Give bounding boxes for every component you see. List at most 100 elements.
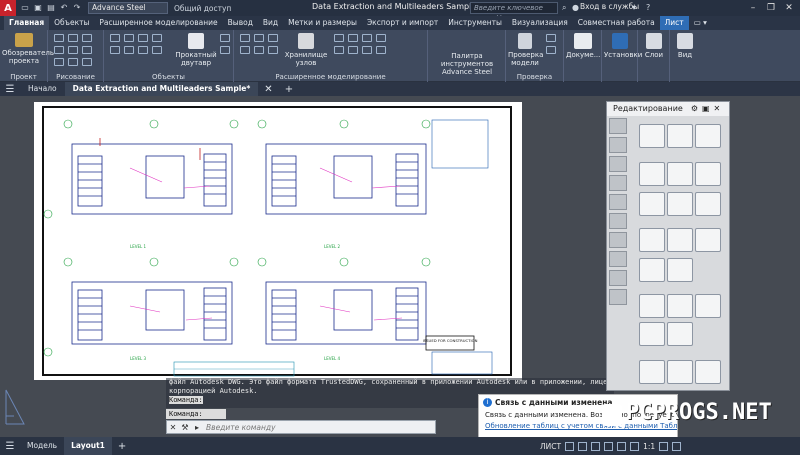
mirror-tool-icon[interactable] xyxy=(667,162,693,186)
customize-status-icon[interactable] xyxy=(672,441,682,451)
workspace-selector[interactable]: Advance Steel xyxy=(88,2,168,14)
command-line[interactable]: ✕ ⚒ ▸ Введите команду xyxy=(166,420,436,434)
grid-toggle-icon[interactable] xyxy=(565,441,575,451)
help-icon[interactable]: ? xyxy=(646,3,650,12)
layout-menu-icon[interactable]: ☰ xyxy=(0,441,20,452)
arc-icon[interactable] xyxy=(54,46,64,54)
settings-button[interactable]: Установки xyxy=(604,33,642,59)
cart-icon[interactable]: ▾ xyxy=(632,3,636,12)
array-tool-icon[interactable] xyxy=(695,162,721,186)
osnap-toggle-icon[interactable] xyxy=(617,441,627,451)
spline-icon[interactable] xyxy=(82,46,92,54)
workspace-icon[interactable] xyxy=(659,441,669,451)
stretch-tool-icon[interactable] xyxy=(667,192,693,216)
polyline-icon[interactable] xyxy=(68,34,78,42)
new-tab-icon[interactable]: + xyxy=(279,84,299,95)
copy-tool-icon[interactable] xyxy=(667,124,693,148)
edit-tool-icon[interactable] xyxy=(667,360,693,384)
circle-icon[interactable] xyxy=(82,34,92,42)
undo-icon[interactable]: ↶ xyxy=(59,3,69,13)
tab-model[interactable]: Модель xyxy=(20,437,64,455)
join-tool-icon[interactable] xyxy=(695,228,721,252)
stair-icon[interactable] xyxy=(240,34,250,42)
tab-objects[interactable]: Объекты xyxy=(49,16,94,30)
ribbon-toggle-icon[interactable]: ▭ ▾ xyxy=(689,16,712,30)
save-as-icon[interactable]: ▤ xyxy=(46,3,56,13)
palette-tab[interactable] xyxy=(609,213,627,229)
open-icon[interactable]: ▭ xyxy=(20,3,30,13)
connection-8-icon[interactable] xyxy=(376,46,386,54)
curved-beam-icon[interactable] xyxy=(220,34,230,42)
palette-props-icon[interactable]: ▣ xyxy=(702,102,710,116)
search-icon[interactable]: ⌕ xyxy=(562,3,566,13)
tab-export-import[interactable]: Экспорт и импорт xyxy=(362,16,443,30)
clash-icon[interactable] xyxy=(546,34,556,42)
connection-icon[interactable] xyxy=(334,34,344,42)
user-icon[interactable]: ● xyxy=(572,3,579,12)
minimize-icon[interactable]: – xyxy=(744,0,762,16)
scale-tool-icon[interactable] xyxy=(639,192,665,216)
menu-icon[interactable]: ☰ xyxy=(0,84,20,95)
save-icon[interactable]: ▣ xyxy=(33,3,43,13)
erase-tool-icon[interactable] xyxy=(639,360,665,384)
plate-icon[interactable] xyxy=(110,34,120,42)
documents-button[interactable]: Докуме... xyxy=(566,33,600,59)
shear-stud-icon[interactable] xyxy=(152,46,162,54)
purlin-icon[interactable] xyxy=(268,46,278,54)
tab-output[interactable]: Вывод xyxy=(223,16,258,30)
tab-document[interactable]: Data Extraction and Multileaders Sample* xyxy=(64,82,259,96)
connection-4-icon[interactable] xyxy=(376,34,386,42)
grid-icon[interactable] xyxy=(152,34,162,42)
connection-3-icon[interactable] xyxy=(362,34,372,42)
tab-tools[interactable]: Инструменты xyxy=(443,16,507,30)
palette-tab[interactable] xyxy=(609,251,627,267)
tab-view[interactable]: Вид xyxy=(258,16,283,30)
break-tool-icon[interactable] xyxy=(667,228,693,252)
tab-collaboration[interactable]: Совместная работа xyxy=(573,16,660,30)
ortho-toggle-icon[interactable] xyxy=(591,441,601,451)
app-logo[interactable]: A xyxy=(0,0,16,16)
group-label[interactable]: Проверка xyxy=(506,73,563,81)
connection-2-icon[interactable] xyxy=(348,34,358,42)
tab-sheet[interactable]: Лист xyxy=(659,16,689,30)
truss-icon[interactable] xyxy=(254,46,264,54)
column-icon[interactable] xyxy=(110,46,120,54)
add-layout-icon[interactable]: + xyxy=(112,441,132,452)
close-icon[interactable]: ✕ xyxy=(780,0,798,16)
connection-5-icon[interactable] xyxy=(334,46,344,54)
rotate-tool-icon[interactable] xyxy=(639,162,665,186)
polar-toggle-icon[interactable] xyxy=(604,441,614,451)
connection-6-icon[interactable] xyxy=(348,46,358,54)
pedit-tool-icon[interactable] xyxy=(639,322,665,346)
properties-tool-icon[interactable] xyxy=(695,360,721,384)
snap-toggle-icon[interactable] xyxy=(578,441,588,451)
tab-start[interactable]: Начало xyxy=(20,82,65,96)
palette-tab[interactable] xyxy=(609,270,627,286)
palette-tab[interactable] xyxy=(609,232,627,248)
search-input[interactable]: Введите ключевое слово/фразу xyxy=(470,2,558,22)
tab-labels-dimensions[interactable]: Метки и размеры xyxy=(283,16,362,30)
lengthen-tool-icon[interactable] xyxy=(695,294,721,318)
trim-tool-icon[interactable] xyxy=(695,192,721,216)
palette-tab[interactable] xyxy=(609,175,627,191)
anchor-icon[interactable] xyxy=(138,46,148,54)
close-tab-icon[interactable]: ✕ xyxy=(258,84,278,95)
view-button[interactable]: Вид xyxy=(672,33,698,59)
tab-advanced-modeling[interactable]: Расширенное моделирование xyxy=(94,16,222,30)
beam-small-icon[interactable] xyxy=(124,46,134,54)
group-label[interactable]: Объекты xyxy=(104,73,233,81)
rolled-beam-button[interactable]: Прокатный двутавр xyxy=(174,33,218,67)
connection-7-icon[interactable] xyxy=(362,46,372,54)
chamfer-tool-icon[interactable] xyxy=(667,258,693,282)
redo-icon[interactable]: ↷ xyxy=(72,3,82,13)
sign-in-button[interactable]: Вход в службы xyxy=(580,2,639,11)
tool-palette-button[interactable]: Палитра инструментов Advance Steel xyxy=(432,52,502,76)
palette-tab[interactable] xyxy=(609,137,627,153)
layers-button[interactable]: Слои xyxy=(640,33,668,59)
tab-home[interactable]: Главная xyxy=(4,16,50,30)
joint-storage-button[interactable]: Хранилище узлов xyxy=(284,33,328,67)
tab-visualization[interactable]: Визуализация xyxy=(507,16,573,30)
palette-settings-icon[interactable]: ⚙ xyxy=(691,102,698,116)
align-tool-icon[interactable] xyxy=(667,294,693,318)
line-icon[interactable] xyxy=(54,34,64,42)
